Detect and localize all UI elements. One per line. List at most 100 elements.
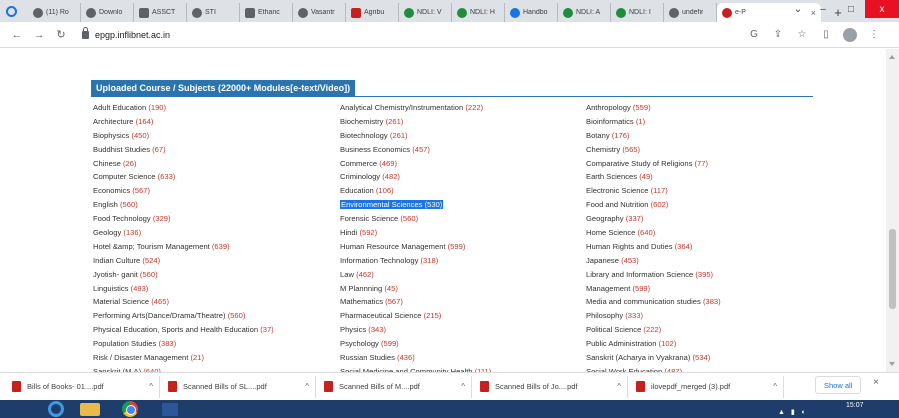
download-item[interactable]: Bills of Books- 01....pdf ^ bbox=[12, 375, 160, 398]
tab-9[interactable]: Handbo bbox=[505, 3, 558, 22]
download-options-chevron-icon[interactable]: ^ bbox=[773, 382, 777, 391]
subject-link[interactable]: Material Science (465) bbox=[93, 295, 274, 309]
subject-link[interactable]: Food Technology (329) bbox=[93, 212, 274, 226]
subject-link[interactable]: Human Rights and Duties (364) bbox=[586, 240, 721, 254]
page-scrollbar[interactable] bbox=[886, 49, 899, 372]
subject-link[interactable]: Economics (567) bbox=[93, 184, 274, 198]
subject-link[interactable]: Hotel &amp; Tourism Management (639) bbox=[93, 240, 274, 254]
subject-link[interactable]: Education (106) bbox=[340, 184, 491, 198]
share-icon[interactable]: ⇪ bbox=[771, 29, 785, 40]
tab-8[interactable]: NDLI: H bbox=[452, 3, 505, 22]
subject-link[interactable]: Food and Nutrition (602) bbox=[586, 198, 721, 212]
search-tabs-icon[interactable] bbox=[6, 6, 17, 17]
subject-link[interactable]: Anthropology (559) bbox=[586, 101, 721, 115]
subject-link[interactable]: Media and communication studies (383) bbox=[586, 295, 721, 309]
subject-link[interactable]: Mathematics (567) bbox=[340, 295, 491, 309]
maximize-button[interactable]: □ bbox=[837, 0, 865, 18]
tab-5[interactable]: Vasantr bbox=[293, 3, 346, 22]
subject-link[interactable]: Sanskrit (M.A) (640) bbox=[93, 365, 274, 372]
subject-link[interactable]: Adult Education (190) bbox=[93, 101, 274, 115]
download-options-chevron-icon[interactable]: ^ bbox=[617, 382, 621, 391]
word-icon[interactable] bbox=[162, 403, 178, 416]
tab-10[interactable]: NDLI: A bbox=[558, 3, 611, 22]
subject-link[interactable]: Russian Studies (436) bbox=[340, 351, 491, 365]
tab-2[interactable]: ASSCT bbox=[134, 3, 187, 22]
subject-link[interactable]: Risk / Disaster Management (21) bbox=[93, 351, 274, 365]
subject-link[interactable]: Political Science (222) bbox=[586, 323, 721, 337]
subject-link[interactable]: Jyotish- ganit (560) bbox=[93, 268, 274, 282]
subject-link[interactable]: Social Medicine and Community Health (11… bbox=[340, 365, 491, 372]
scroll-up-arrow-icon[interactable] bbox=[889, 55, 895, 59]
subject-link[interactable]: Biotechnology (261) bbox=[340, 129, 491, 143]
subject-link[interactable]: Library and Information Science (395) bbox=[586, 268, 721, 282]
subject-link[interactable]: Geology (136) bbox=[93, 226, 274, 240]
download-item[interactable]: Scanned Bills of M....pdf ^ bbox=[324, 375, 472, 398]
chrome-icon[interactable] bbox=[122, 401, 138, 417]
subject-link[interactable]: Earth Sciences (49) bbox=[586, 170, 721, 184]
subject-link[interactable]: Human Resource Management (599) bbox=[340, 240, 491, 254]
google-lens-icon[interactable]: G bbox=[747, 29, 761, 40]
scroll-down-arrow-icon[interactable] bbox=[889, 362, 895, 366]
tab-7[interactable]: NDLI: V bbox=[399, 3, 452, 22]
subject-link[interactable]: Physical Education, Sports and Health Ed… bbox=[93, 323, 274, 337]
side-panel-icon[interactable]: ▯ bbox=[819, 29, 833, 40]
subject-link[interactable]: Analytical Chemistry/Instrumentation (22… bbox=[340, 101, 491, 115]
show-all-downloads-button[interactable]: Show all bbox=[815, 376, 862, 394]
back-arrow-icon[interactable]: ← bbox=[8, 26, 26, 44]
subject-link[interactable]: M Plannning (45) bbox=[340, 282, 491, 296]
subject-link[interactable]: Business Economics (457) bbox=[340, 143, 491, 157]
subject-link[interactable]: Architecture (164) bbox=[93, 115, 274, 129]
file-explorer-icon[interactable] bbox=[80, 403, 100, 416]
subject-link[interactable]: Hindi (592) bbox=[340, 226, 491, 240]
download-item[interactable]: Scanned Bills of Jo....pdf ^ bbox=[480, 375, 628, 398]
subject-link[interactable]: Social Work Education (487) bbox=[586, 365, 721, 372]
subject-link[interactable]: English (560) bbox=[93, 198, 274, 212]
download-options-chevron-icon[interactable]: ^ bbox=[149, 382, 153, 391]
subject-link[interactable]: Criminology (482) bbox=[340, 170, 491, 184]
subject-link[interactable]: Electronic Science (117) bbox=[586, 184, 721, 198]
subject-link[interactable]: Linguistics (493) bbox=[93, 282, 274, 296]
subject-link[interactable]: Geography (337) bbox=[586, 212, 721, 226]
scrollbar-thumb[interactable] bbox=[889, 229, 896, 309]
subject-link[interactable]: Biophysics (450) bbox=[93, 129, 274, 143]
close-downloads-bar-icon[interactable]: × bbox=[873, 377, 879, 388]
tab-3[interactable]: STI bbox=[187, 3, 240, 22]
subject-link[interactable]: Comparative Study of Religions (77) bbox=[586, 157, 721, 171]
subject-link[interactable]: Biochemistry (261) bbox=[340, 115, 491, 129]
subject-link[interactable]: Performing Arts(Dance/Drama/Theatre) (56… bbox=[93, 309, 274, 323]
reload-icon[interactable]: ↻ bbox=[52, 26, 70, 44]
tab-search-chevron-icon[interactable]: ⌄ bbox=[787, 0, 809, 18]
tab-4[interactable]: Ethanc bbox=[240, 3, 293, 22]
download-options-chevron-icon[interactable]: ^ bbox=[461, 382, 465, 391]
subject-link[interactable]: Pharmaceutical Science (215) bbox=[340, 309, 491, 323]
tab-11[interactable]: NDLI: I bbox=[611, 3, 664, 22]
bookmark-star-icon[interactable]: ☆ bbox=[795, 29, 809, 40]
menu-kebab-icon[interactable]: ⋮ bbox=[867, 29, 881, 40]
subject-link[interactable]: Forensic Science (560) bbox=[340, 212, 491, 226]
tab-12[interactable]: undefir bbox=[664, 3, 717, 22]
subject-link[interactable]: Information Technology (318) bbox=[340, 254, 491, 268]
subject-link[interactable]: Chinese (26) bbox=[93, 157, 274, 171]
subject-link[interactable]: Home Science (640) bbox=[586, 226, 721, 240]
system-tray-icons[interactable]: ▲ ▮ ◖ bbox=[778, 408, 807, 416]
minimize-button[interactable]: – bbox=[809, 0, 837, 18]
subject-link[interactable]: Physics (343) bbox=[340, 323, 491, 337]
subject-link[interactable]: Law (462) bbox=[340, 268, 491, 282]
taskbar-clock[interactable]: 15:07 bbox=[846, 402, 864, 409]
subject-link[interactable]: Bioinformatics (1) bbox=[586, 115, 721, 129]
address-bar[interactable]: epgp.inflibnet.ac.in bbox=[74, 25, 747, 45]
internet-explorer-icon[interactable] bbox=[48, 401, 64, 417]
subject-link[interactable]: Japanese (453) bbox=[586, 254, 721, 268]
subject-link[interactable]: Sanskrit (Acharya in Vyakrana) (534) bbox=[586, 351, 721, 365]
download-item[interactable]: ilovepdf_merged (3).pdf ^ bbox=[636, 375, 784, 398]
subject-link[interactable]: Psychology (599) bbox=[340, 337, 491, 351]
tab-1[interactable]: Downlo bbox=[81, 3, 134, 22]
subject-link[interactable]: Public Administration (102) bbox=[586, 337, 721, 351]
subject-link[interactable]: Environmental Sciences (530) bbox=[340, 198, 491, 212]
tab-0[interactable]: (11) Ro bbox=[28, 3, 81, 22]
close-window-button[interactable]: x bbox=[865, 0, 899, 18]
subject-link[interactable]: Chemistry (565) bbox=[586, 143, 721, 157]
subject-link[interactable]: Botany (176) bbox=[586, 129, 721, 143]
subject-link[interactable]: Indian Culture (524) bbox=[93, 254, 274, 268]
download-item[interactable]: Scanned Bills of SL....pdf ^ bbox=[168, 375, 316, 398]
